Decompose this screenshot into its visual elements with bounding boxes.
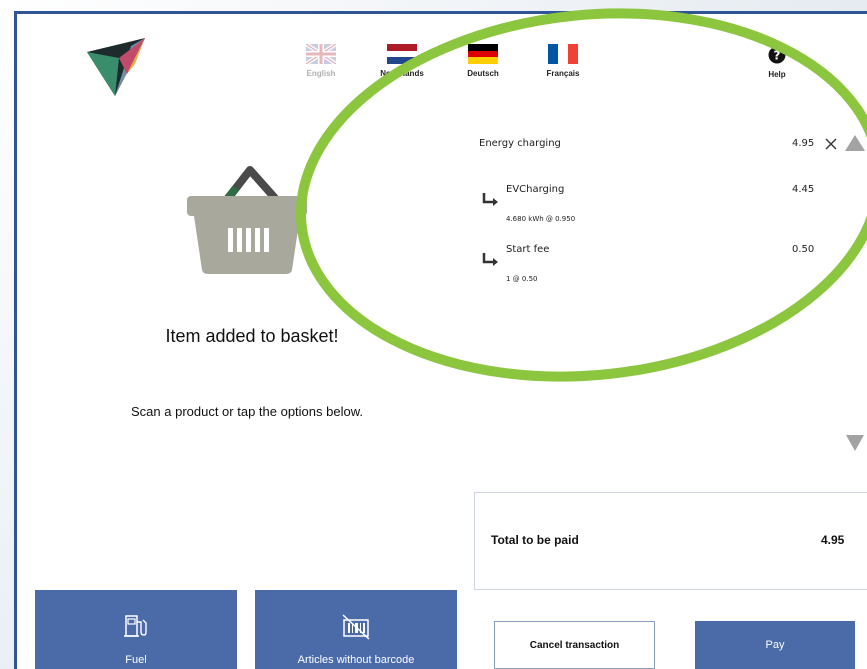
lang-english[interactable]: English (281, 44, 361, 78)
item-name: Energy charging (479, 138, 561, 149)
articles-without-barcode-button[interactable]: Articles without barcode (255, 590, 457, 669)
sub-item-price: 4.45 (792, 184, 815, 195)
sub-item-arrow-icon (482, 253, 498, 266)
scroll-up-icon[interactable] (845, 135, 865, 151)
item-added-message: Item added to basket! (165, 326, 339, 346)
sub-item-detail: 1 @ 0.50 (506, 275, 538, 283)
kiosk-screen: English Nederlands Deutsch Français ? He (14, 11, 867, 669)
total-panel: Total to be paid 4.95 (474, 492, 867, 590)
lang-francais[interactable]: Français (523, 44, 603, 78)
sub-item-name: Start fee (506, 244, 550, 255)
lang-nederlands[interactable]: Nederlands (362, 44, 442, 78)
sub-item-name: EVCharging (506, 184, 565, 195)
de-flag-icon (468, 44, 498, 64)
total-label: Total to be paid (491, 533, 579, 547)
remove-item-icon[interactable] (825, 138, 837, 150)
lang-deutsch[interactable]: Deutsch (443, 44, 523, 78)
scroll-down-icon[interactable] (846, 435, 864, 451)
fr-flag-icon (548, 44, 578, 64)
scan-instruction: Scan a product or tap the options below. (131, 404, 363, 419)
total-value: 4.95 (821, 533, 845, 547)
fuel-pump-icon (124, 615, 147, 637)
fuel-label: Fuel (125, 654, 147, 666)
sub-item-detail: 4.680 kWh @ 0.950 (506, 215, 576, 223)
svg-text:?: ? (774, 49, 781, 63)
fuel-button[interactable]: Fuel (35, 590, 237, 669)
sub-item-arrow-icon (482, 193, 498, 206)
no-barcode-icon (342, 614, 370, 640)
logo (87, 38, 145, 96)
item-price: 4.95 (792, 138, 815, 149)
cancel-transaction-button[interactable]: Cancel transaction (494, 621, 655, 669)
sub-item-price: 0.50 (792, 244, 815, 255)
nl-flag-icon (387, 44, 417, 64)
articles-label: Articles without barcode (297, 654, 415, 666)
pay-button[interactable]: Pay (695, 621, 855, 669)
uk-flag-icon (306, 44, 336, 64)
help-button[interactable]: ? Help (737, 46, 817, 79)
basket-icon (187, 166, 307, 274)
help-icon: ? (768, 46, 786, 64)
